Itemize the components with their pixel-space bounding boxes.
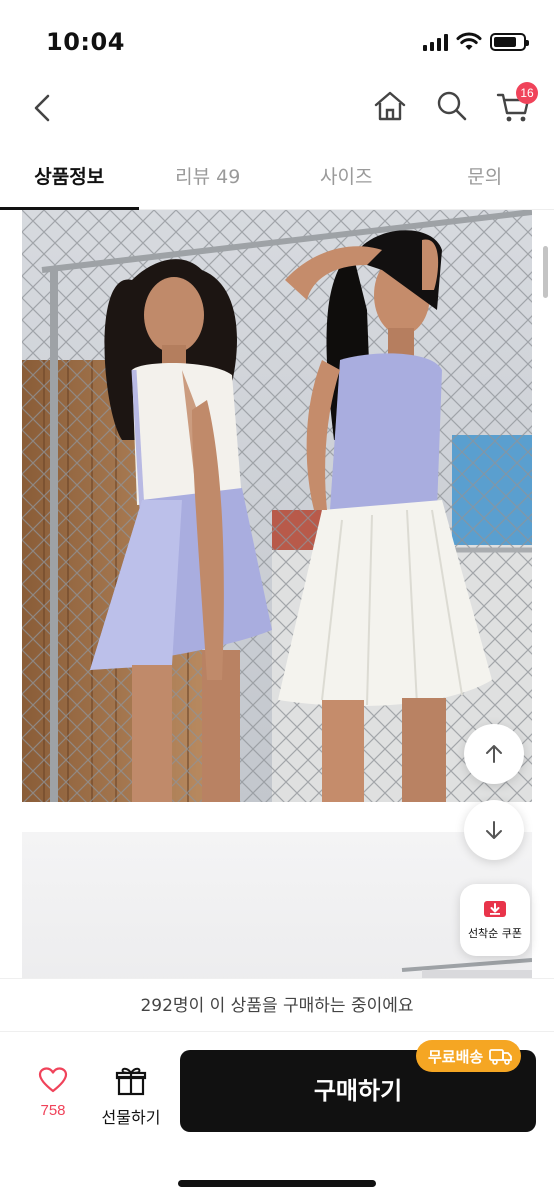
- product-photo-secondary-illustration: [401, 958, 532, 978]
- search-button[interactable]: [432, 86, 472, 126]
- product-photo-secondary: [22, 832, 532, 978]
- search-icon: [437, 91, 467, 121]
- like-button[interactable]: 758: [30, 1066, 76, 1119]
- home-button[interactable]: [370, 86, 410, 126]
- home-indicator: [178, 1180, 376, 1187]
- wifi-icon: [456, 32, 482, 50]
- back-button[interactable]: [24, 86, 64, 130]
- status-time: 10:04: [46, 28, 125, 56]
- product-photo: [22, 210, 532, 802]
- coupon-label: 선착순 쿠폰: [467, 927, 523, 940]
- gift-icon: [115, 1067, 147, 1096]
- scroll-down-button[interactable]: [464, 800, 524, 860]
- tab-size[interactable]: 사이즈: [277, 146, 416, 209]
- scroll-up-button[interactable]: [464, 724, 524, 784]
- truck-icon: [489, 1049, 513, 1065]
- scrollbar[interactable]: [543, 246, 548, 298]
- gift-label: 선물하기: [101, 1108, 161, 1127]
- tab-reviews[interactable]: 리뷰 49: [139, 146, 278, 209]
- heart-icon: [38, 1067, 68, 1093]
- chevron-left-icon: [34, 94, 50, 122]
- battery-icon: [490, 33, 529, 51]
- home-icon: [374, 91, 406, 121]
- cart-button[interactable]: 16: [494, 82, 538, 126]
- coupon-button[interactable]: 선착순 쿠폰: [460, 884, 530, 956]
- product-photo-illustration: [22, 210, 532, 802]
- free-shipping-badge: 무료배송: [416, 1040, 522, 1072]
- arrow-down-icon: [486, 821, 502, 839]
- like-count: 758: [40, 1102, 66, 1119]
- tab-inquiry[interactable]: 문의: [416, 146, 554, 209]
- product-detail-content[interactable]: 선착순 쿠폰: [0, 210, 554, 978]
- cart-count-badge: 16: [516, 82, 538, 104]
- free-shipping-label: 무료배송: [428, 1047, 484, 1066]
- signal-icon: [423, 33, 448, 51]
- arrow-up-icon: [486, 745, 502, 763]
- purchase-activity-notice: 292명이 이 상품을 구매하는 중이에요: [0, 978, 554, 1032]
- coupon-download-icon: [484, 901, 506, 917]
- top-nav: 16: [0, 80, 554, 140]
- nav-actions: 16: [370, 82, 538, 126]
- status-bar: 10:04: [0, 0, 554, 80]
- tab-product-info[interactable]: 상품정보: [0, 146, 139, 210]
- gift-button[interactable]: 선물하기: [96, 1066, 166, 1128]
- bottom-action-bar: 758 선물하기 구매하기 무료배송: [0, 1032, 554, 1200]
- status-icons: [423, 32, 529, 52]
- product-tabs: 상품정보 리뷰 49 사이즈 문의: [0, 146, 554, 210]
